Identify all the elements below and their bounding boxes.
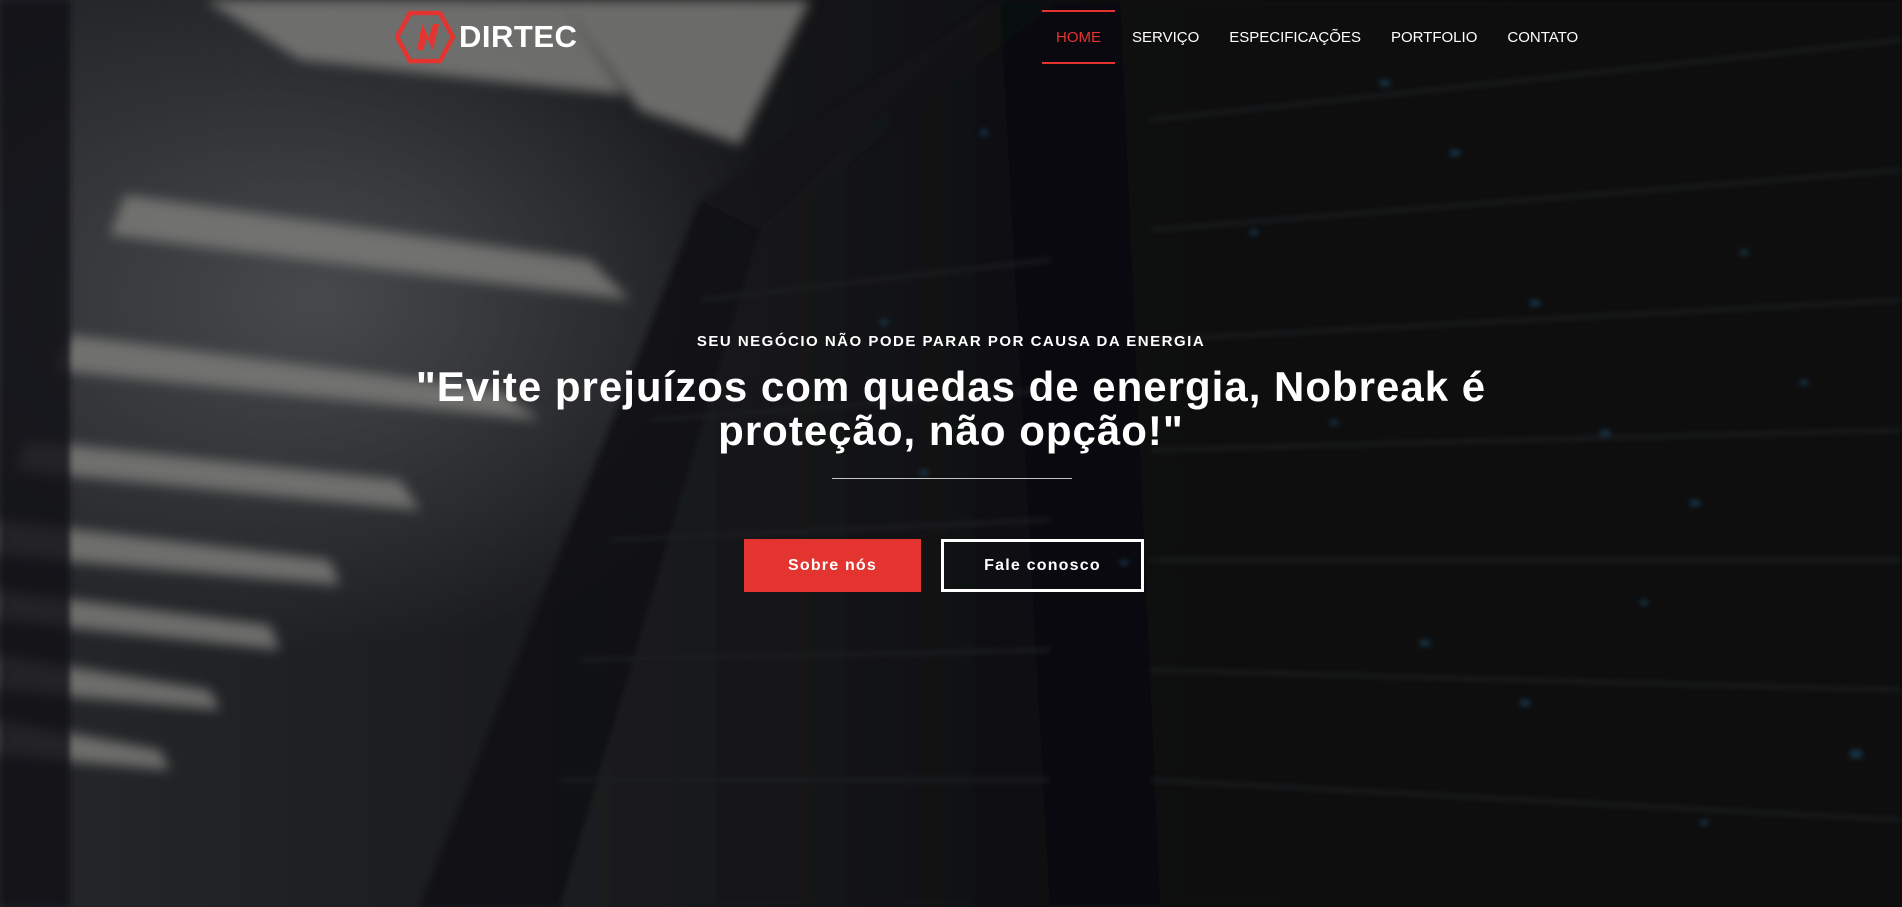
hero-headline: "Evite prejuízos com quedas de energia, … [415, 363, 1487, 454]
nav-item-home[interactable]: HOME [1042, 10, 1115, 64]
nav-item-contato[interactable]: CONTATO [1492, 10, 1593, 64]
hero-section: DIRTEC HOME SERVIÇO ESPECIFICAÇÕES PORTF… [0, 0, 1902, 907]
site-header: DIRTEC HOME SERVIÇO ESPECIFICAÇÕES PORTF… [0, 0, 1902, 72]
contact-us-button[interactable]: Fale conosco [941, 539, 1144, 592]
hero-kicker: SEU NEGÓCIO NÃO PODE PARAR POR CAUSA DA … [696, 333, 1206, 350]
nav-item-portfolio[interactable]: PORTFOLIO [1376, 10, 1492, 64]
about-us-button[interactable]: Sobre nós [744, 539, 921, 592]
nav-item-especificacoes[interactable]: ESPECIFICAÇÕES [1214, 10, 1376, 64]
brand-logo[interactable]: DIRTEC [395, 10, 577, 64]
main-navigation: HOME SERVIÇO ESPECIFICAÇÕES PORTFOLIO CO… [1042, 10, 1593, 64]
brand-name: DIRTEC [459, 19, 578, 54]
hero-divider [832, 478, 1072, 479]
nav-item-servico[interactable]: SERVIÇO [1117, 10, 1214, 64]
lightning-hexagon-icon [395, 10, 455, 64]
